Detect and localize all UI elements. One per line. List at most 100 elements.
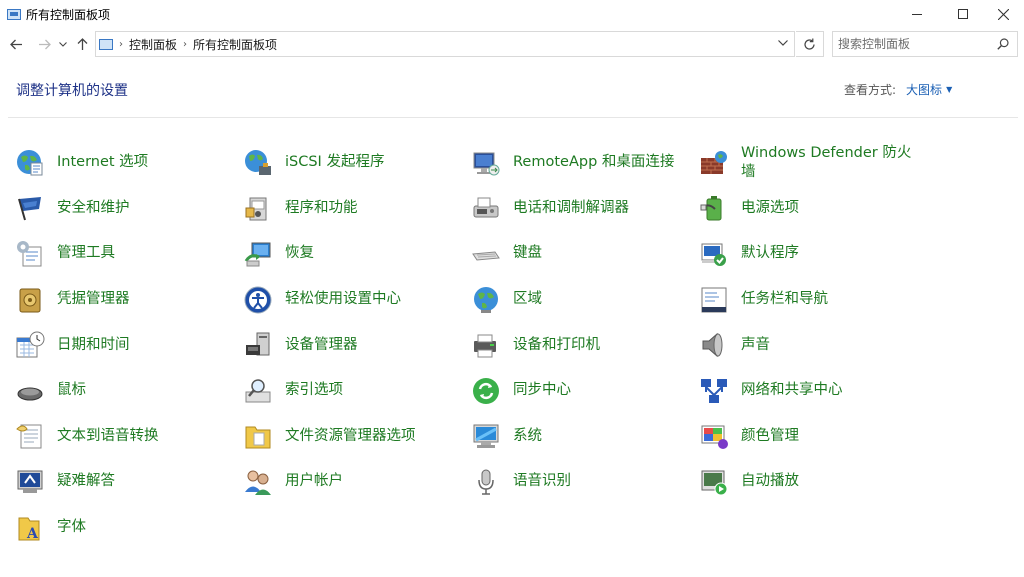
network-icon [698,375,730,407]
item-admin-tools[interactable]: 管理工具 [14,231,242,277]
sync-icon [470,375,502,407]
item-programs-features[interactable]: 程序和功能 [242,186,470,232]
recent-locations-button[interactable] [56,32,70,56]
item-windows-firewall[interactable]: Windows Defender 防火墙 [698,140,926,186]
item-ease-of-access[interactable]: 轻松使用设置中心 [242,277,470,323]
refresh-button[interactable] [796,31,824,57]
item-fonts[interactable]: A 字体 [14,505,242,551]
forward-arrow-icon [38,39,51,49]
item-device-manager[interactable]: 设备管理器 [242,322,470,368]
close-button[interactable] [980,0,1024,28]
item-indexing-options[interactable]: 索引选项 [242,368,470,414]
iscsi-globe-icon [242,147,274,179]
item-user-accounts[interactable]: 用户帐户 [242,459,470,505]
page-title: 调整计算机的设置 [16,83,128,99]
color-management-icon [698,420,730,452]
breadcrumb-control-panel[interactable]: 控制面板 [129,36,177,53]
calendar-clock-icon [14,329,46,361]
search-input[interactable] [838,37,988,51]
item-system[interactable]: 系统 [470,414,698,460]
vault-icon [14,284,46,316]
item-label: 恢复 [285,245,314,262]
firewall-icon [698,147,730,179]
item-region[interactable]: 区域 [470,277,698,323]
flag-icon [14,192,46,224]
item-phone-modem[interactable]: 电话和调制解调器 [470,186,698,232]
item-default-programs[interactable]: 默认程序 [698,231,926,277]
control-panel-items: Internet 选项 iSCSI 发起程序 RemoteApp 和桌面连接 W… [14,140,926,550]
item-sound[interactable]: 声音 [698,322,926,368]
forward-button[interactable] [34,32,54,56]
back-button[interactable] [6,32,26,56]
item-recovery[interactable]: 恢复 [242,231,470,277]
navigation-bar: › 控制面板 › 所有控制面板项 [0,30,1024,58]
view-by-dropdown[interactable]: 大图标 [906,81,942,98]
item-label: Windows Defender 防火墙 [741,144,912,180]
control-panel-icon [99,38,113,50]
item-remoteapp[interactable]: RemoteApp 和桌面连接 [470,140,698,186]
search-icon[interactable] [997,38,1009,50]
caret-down-icon[interactable]: ▼ [946,85,952,94]
admin-tools-icon [14,238,46,270]
item-label: 轻松使用设置中心 [285,291,401,308]
item-mouse[interactable]: 鼠标 [14,368,242,414]
item-label: 疑难解答 [57,473,115,490]
remote-desktop-icon [470,147,502,179]
minimize-button[interactable] [894,0,940,28]
printer-icon [470,329,502,361]
ease-of-access-icon [242,284,274,316]
taskbar-icon [698,284,730,316]
item-taskbar-navigation[interactable]: 任务栏和导航 [698,277,926,323]
device-manager-icon [242,329,274,361]
item-label: 自动播放 [741,473,799,490]
item-text-to-speech[interactable]: 文本到语音转换 [14,414,242,460]
item-troubleshooting[interactable]: 疑难解答 [14,459,242,505]
item-label: 任务栏和导航 [741,291,828,308]
address-bar[interactable]: › 控制面板 › 所有控制面板项 [95,31,795,57]
item-label: 区域 [513,291,542,308]
item-label: 索引选项 [285,382,343,399]
control-panel-icon [7,8,21,20]
search-box[interactable] [832,31,1018,57]
item-label: 凭据管理器 [57,291,130,308]
item-network-sharing[interactable]: 网络和共享中心 [698,368,926,414]
indexing-icon [242,375,274,407]
item-speech-recognition[interactable]: 语音识别 [470,459,698,505]
up-arrow-icon [77,37,87,50]
divider [8,117,1018,118]
fonts-icon: A [14,512,46,544]
item-label: iSCSI 发起程序 [285,154,385,171]
breadcrumb-separator-icon[interactable]: › [119,39,123,50]
item-credential-manager[interactable]: 凭据管理器 [14,277,242,323]
item-date-time[interactable]: 日期和时间 [14,322,242,368]
item-label: 键盘 [513,245,542,262]
item-autoplay[interactable]: 自动播放 [698,459,926,505]
item-label: 程序和功能 [285,199,358,216]
chevron-down-icon [59,41,67,47]
item-file-explorer-options[interactable]: 文件资源管理器选项 [242,414,470,460]
globe-icon [14,147,46,179]
item-security-maintenance[interactable]: 安全和维护 [14,186,242,232]
title-bar: 所有控制面板项 [0,0,1024,28]
recovery-icon [242,238,274,270]
item-keyboard[interactable]: 键盘 [470,231,698,277]
item-power-options[interactable]: 电源选项 [698,186,926,232]
up-button[interactable] [72,32,92,56]
item-label: 管理工具 [57,245,115,262]
address-dropdown-button[interactable] [778,36,788,49]
item-color-management[interactable]: 颜色管理 [698,414,926,460]
chevron-down-icon [778,40,788,46]
default-programs-icon [698,238,730,270]
view-by: 查看方式: 大图标 ▼ [844,81,952,98]
maximize-icon [958,9,968,19]
breadcrumb-separator-icon[interactable]: › [183,39,187,50]
item-label: 声音 [741,336,770,353]
item-iscsi-initiator[interactable]: iSCSI 发起程序 [242,140,470,186]
item-sync-center[interactable]: 同步中心 [470,368,698,414]
breadcrumb-all-items[interactable]: 所有控制面板项 [193,36,277,53]
item-label: Internet 选项 [57,154,149,171]
item-label: 默认程序 [741,245,799,262]
close-icon [997,8,1009,20]
item-devices-printers[interactable]: 设备和打印机 [470,322,698,368]
item-internet-options[interactable]: Internet 选项 [14,140,242,186]
